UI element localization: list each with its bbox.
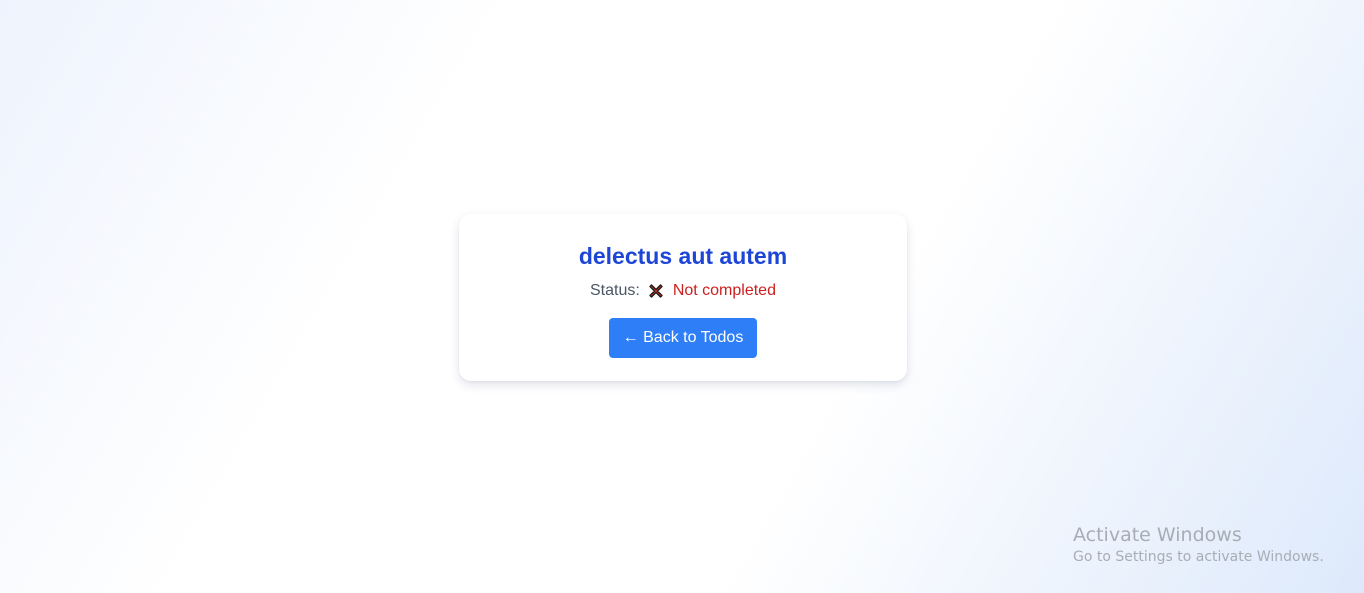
todo-detail-card: delectus aut autem Status: Not completed… [459,214,907,381]
watermark-title: Activate Windows [1073,524,1242,546]
windows-activation-watermark: Activate Windows Go to Settings to activ… [1073,523,1324,567]
status-row: Status: Not completed [459,280,907,302]
status-label: Status: [590,282,640,299]
status-value: Not completed [672,282,776,299]
cross-mark-icon [647,282,665,300]
todo-title: delectus aut autem [578,243,788,269]
back-to-todos-button[interactable]: ← Back to Todos [609,318,757,358]
watermark-subtitle: Go to Settings to activate Windows. [1073,549,1324,565]
